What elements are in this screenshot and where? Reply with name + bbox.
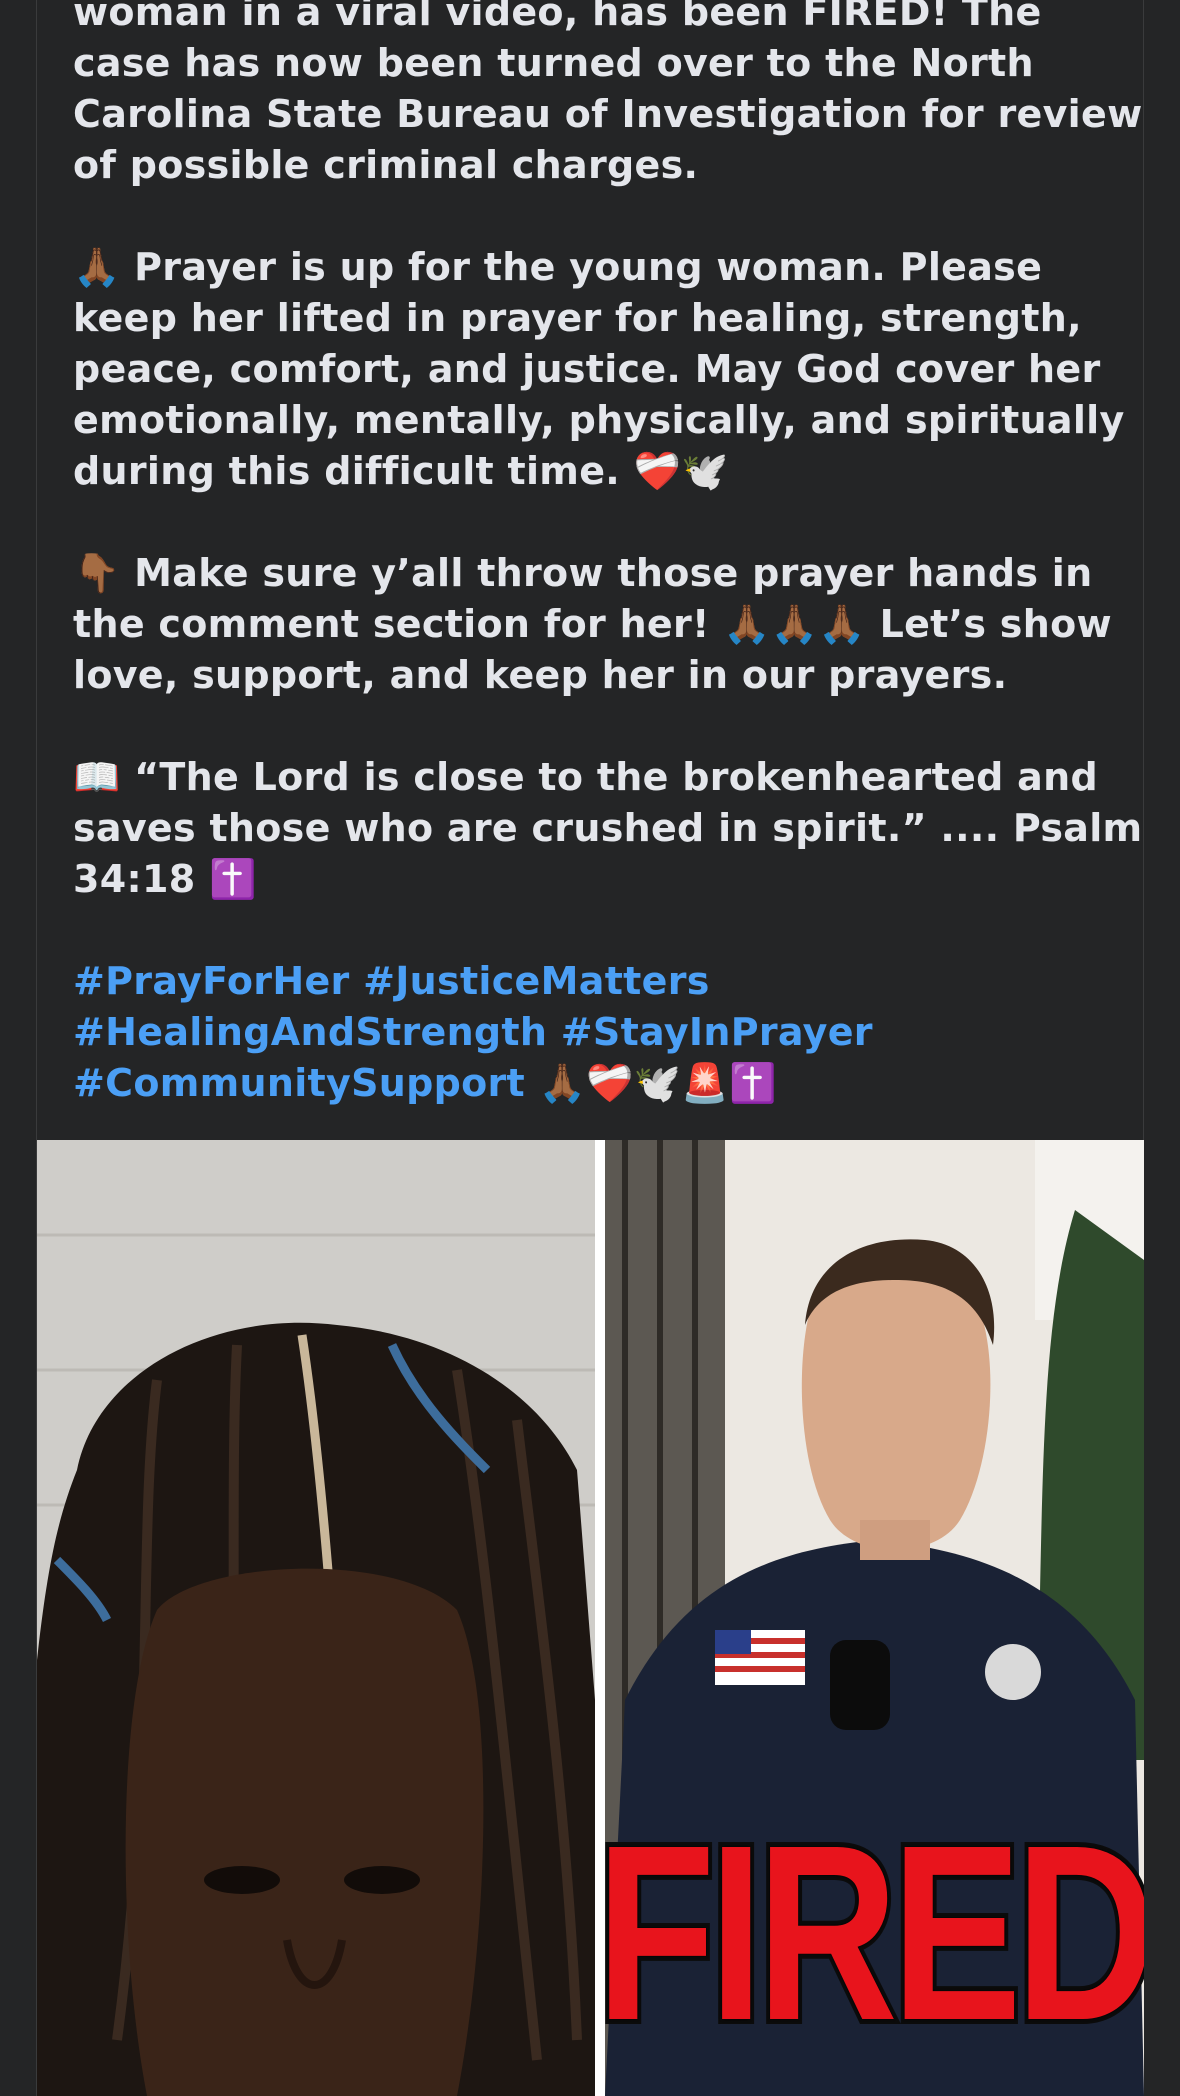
post-paragraph-1: woman in a viral video, has been FIRED! … [73, 0, 1143, 187]
hashtag-communitysupport[interactable]: #CommunitySupport [73, 1061, 525, 1105]
hashtag-healingandstrength[interactable]: #HealingAndStrength [73, 1010, 547, 1054]
post-paragraph-2: 🙏🏾 Prayer is up for the young woman. Ple… [73, 245, 1125, 493]
post-paragraph-4: 📖 “The Lord is close to the brokenhearte… [73, 755, 1143, 901]
hashtag-prayforher[interactable]: #PrayForHer [73, 959, 350, 1003]
hashtag-block: #PrayForHer #JusticeMatters #HealingAndS… [73, 956, 1143, 1109]
post-paragraph-3: 👇🏾 Make sure y’all throw those prayer ha… [73, 551, 1112, 697]
mugshot-illustration [37, 1140, 595, 2096]
page: woman in a viral video, has been FIRED! … [0, 0, 1180, 2096]
photo-divider [595, 1140, 605, 2096]
post-photo[interactable]: FIRED [37, 1140, 1144, 2096]
fired-overlay-text: FIRED [605, 1793, 1144, 2072]
photo-right-panel: FIRED [605, 1140, 1144, 2096]
hashtag-stayinprayer[interactable]: #StayInPrayer [561, 1010, 873, 1054]
hashtag-justicematters[interactable]: #JusticeMatters [363, 959, 710, 1003]
post-body: woman in a viral video, has been FIRED! … [73, 0, 1143, 1109]
photo-left-panel [37, 1140, 595, 2096]
hashtag-emojis: 🙏🏾❤️‍🩹🕊️🚨✝️ [538, 1061, 777, 1105]
